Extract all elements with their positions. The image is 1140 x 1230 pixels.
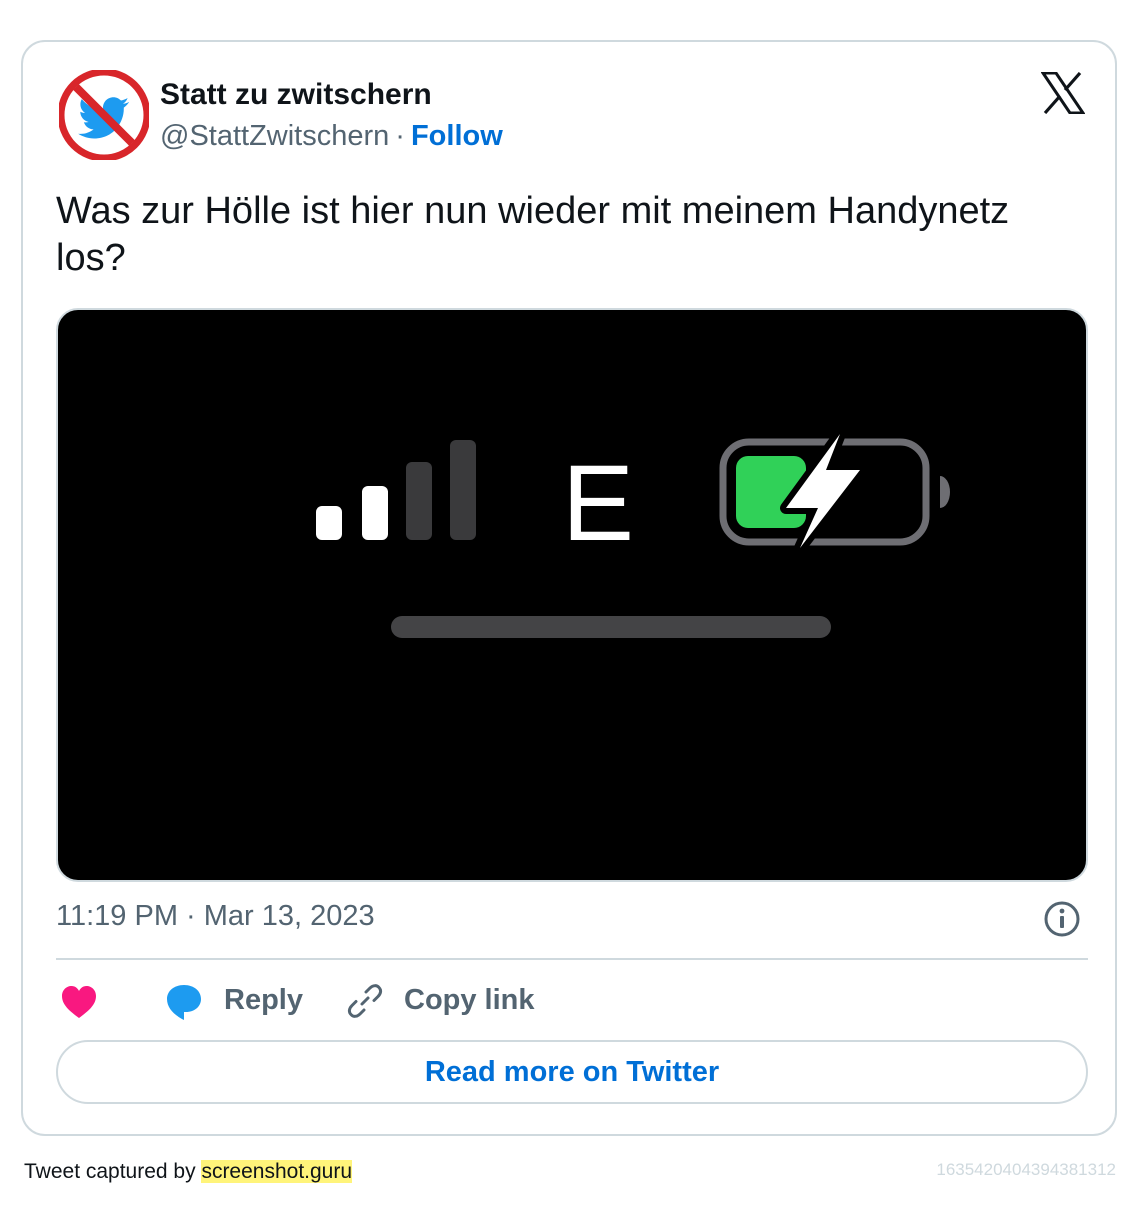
no-twitter-bird-icon[interactable]	[59, 70, 149, 160]
tweet-id: 1635420404394381312	[936, 1160, 1116, 1179]
author-name[interactable]: Statt zu zwitschern	[160, 78, 432, 112]
tweet-actions: Reply Copy link	[56, 980, 1088, 1024]
tweet-card: Statt zu zwitschern @StattZwitschern · Fol…	[21, 40, 1117, 1136]
x-logo-icon[interactable]	[1041, 72, 1085, 114]
home-indicator-bar	[391, 616, 831, 638]
captured-by-label: Tweet captured by	[24, 1160, 202, 1183]
network-type-label: E	[562, 442, 634, 563]
link-icon[interactable]	[346, 982, 384, 1020]
capture-credit: Tweet captured by screenshot.guru	[24, 1160, 353, 1184]
reply-bubble-icon[interactable]	[164, 982, 204, 1022]
signal-bars-icon	[316, 440, 476, 540]
battery-charging-icon	[719, 428, 950, 554]
tweet-media-image[interactable]: E	[56, 308, 1088, 882]
copy-link-button[interactable]: Copy link	[404, 984, 535, 1017]
signal-bar-3	[406, 462, 432, 540]
signal-bar-2	[362, 486, 388, 540]
tweet-text: Was zur Hölle ist hier nun wieder mit me…	[56, 190, 1010, 279]
divider	[56, 958, 1088, 960]
status-bar-screenshot: E	[316, 428, 950, 638]
follow-button[interactable]: Follow	[411, 120, 503, 152]
signal-bar-1	[316, 506, 342, 540]
author-handle[interactable]: @StattZwitschern	[160, 120, 389, 152]
screenshot-guru-link[interactable]: screenshot.guru	[201, 1160, 353, 1183]
handle-separator: ·	[395, 120, 405, 152]
signal-bar-4	[450, 440, 476, 540]
info-icon[interactable]	[1043, 900, 1081, 938]
heart-icon[interactable]	[60, 984, 98, 1020]
author-handle-row: @StattZwitschern · Follow	[160, 120, 503, 153]
read-more-button[interactable]: Read more on Twitter	[56, 1040, 1088, 1104]
tweet-timestamp[interactable]: 11:19 PM · Mar 13, 2023	[56, 900, 375, 933]
reply-button[interactable]: Reply	[224, 984, 303, 1017]
